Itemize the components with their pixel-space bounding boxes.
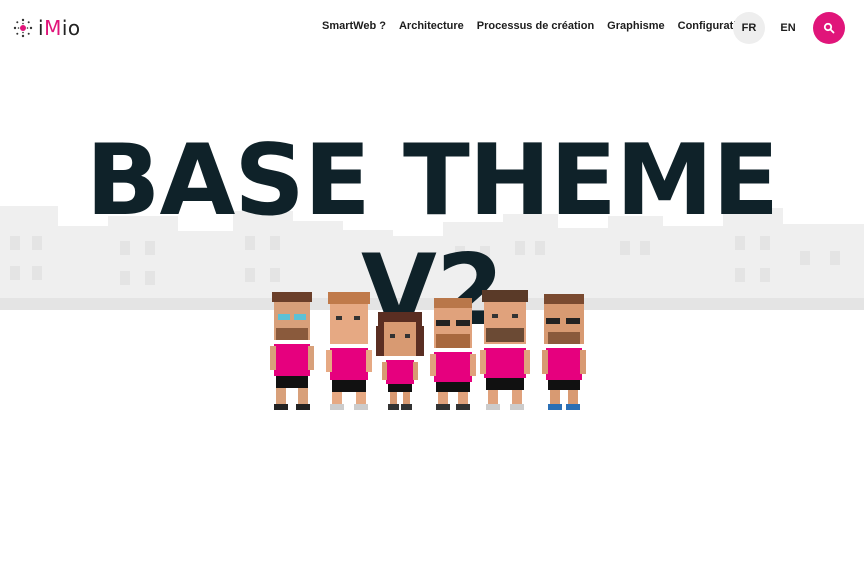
team-member-figure: [270, 292, 314, 410]
nav-item-graphisme[interactable]: Graphisme: [607, 20, 664, 32]
logo-text: iMio: [38, 16, 81, 40]
nav-item-smartweb[interactable]: SmartWeb ?: [322, 20, 386, 32]
language-en-button[interactable]: EN: [772, 12, 804, 44]
team-member-figure: [376, 312, 424, 410]
nav-item-architecture[interactable]: Architecture: [399, 20, 464, 32]
team-member-figure: [430, 298, 476, 410]
language-fr-button[interactable]: FR: [733, 12, 765, 44]
team-member-figure: [326, 292, 372, 410]
nav-item-processus[interactable]: Processus de création: [477, 20, 594, 32]
team-member-figure: [542, 294, 586, 410]
imio-logo[interactable]: iMio: [12, 16, 81, 40]
logo-burst-icon: [13, 18, 33, 38]
search-icon: [823, 22, 835, 34]
team-member-figure: [480, 290, 530, 410]
site-header: iMio SmartWeb ? Architecture Processus d…: [0, 0, 864, 56]
team-pixel-art-illustration: [270, 290, 586, 410]
main-nav: SmartWeb ? Architecture Processus de cré…: [322, 20, 763, 32]
search-button[interactable]: [813, 12, 845, 44]
